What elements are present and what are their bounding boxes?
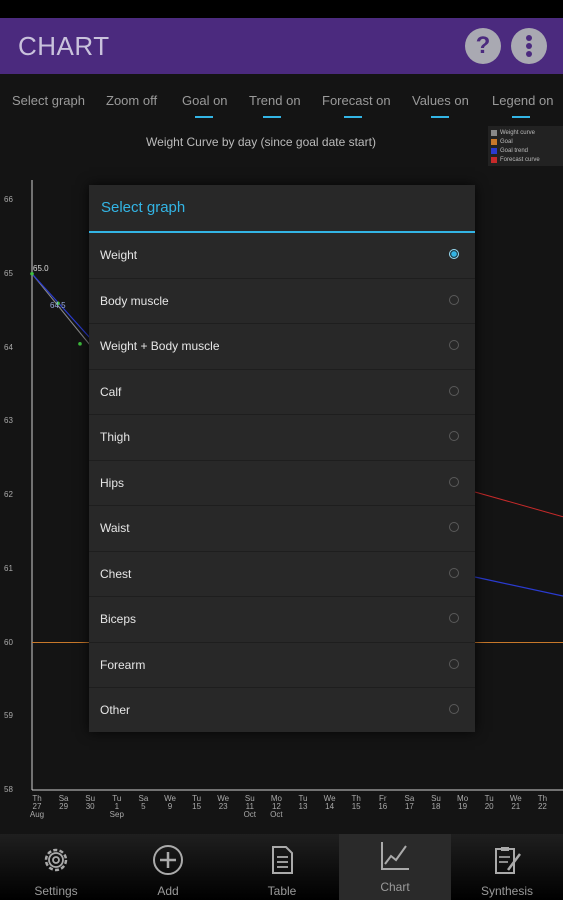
x-tick-label: Sa 17 <box>404 794 415 811</box>
goal-trend-line-right <box>474 576 563 597</box>
x-tick-label: Th 22 <box>537 794 548 811</box>
y-tick-label: 61 <box>4 563 13 573</box>
x-tick-label: Tu 15 <box>192 794 202 811</box>
x-tick-label: Mo 12 Oct <box>270 794 283 819</box>
option-label: Calf <box>100 384 122 399</box>
document-icon <box>272 846 293 874</box>
x-tick-label: Tu 13 <box>298 794 308 811</box>
radio-button[interactable] <box>449 567 459 578</box>
nav-table[interactable]: Table <box>226 834 338 900</box>
option-waist[interactable]: Waist <box>89 506 475 552</box>
radio-button[interactable] <box>449 249 459 259</box>
nav-label: Table <box>267 884 297 898</box>
y-tick-label: 63 <box>4 416 13 426</box>
x-tick-label: Mo 19 <box>457 794 469 811</box>
x-tick-label: Tu 20 <box>484 794 494 811</box>
nav-add[interactable]: Add <box>112 834 224 900</box>
data-value-label: 64.5 <box>50 301 66 310</box>
option-label: Forearm <box>100 657 146 672</box>
x-tick-label: Su 18 <box>431 794 441 811</box>
x-tick-label: Su 30 <box>85 794 96 811</box>
nav-label: Settings <box>34 884 78 898</box>
x-tick-label: Tu 1 Sep <box>109 794 124 819</box>
x-tick-label: We 23 <box>217 794 230 811</box>
option-weight[interactable]: Weight <box>89 233 475 279</box>
option-label: Thigh <box>100 430 131 444</box>
plus-circle-icon <box>153 845 183 875</box>
nav-settings[interactable]: Settings <box>0 834 112 900</box>
data-value-label: 65.0 <box>33 264 49 273</box>
option-thigh[interactable]: Thigh <box>89 415 475 461</box>
clipboard-pen-icon <box>495 847 521 874</box>
select-graph-dialog: Select graph Weight Body muscle Weight +… <box>89 185 475 732</box>
option-other[interactable]: Other <box>89 688 475 733</box>
nav-label: Chart <box>380 880 410 894</box>
radio-button[interactable] <box>449 431 459 441</box>
gear-icon <box>44 848 68 872</box>
radio-button[interactable] <box>449 476 459 487</box>
radio-button[interactable] <box>449 294 459 305</box>
dialog-title: Select graph <box>89 185 475 233</box>
x-tick-label: Th 27 Aug <box>29 794 45 819</box>
option-label: Chest <box>100 566 132 581</box>
radio-button[interactable] <box>449 658 459 669</box>
radio-button[interactable] <box>449 522 459 532</box>
weight-curve-line <box>31 273 93 348</box>
option-label: Hips <box>100 475 125 490</box>
y-tick-label: 65 <box>4 268 13 278</box>
radio-button[interactable] <box>449 613 459 623</box>
option-body-muscle[interactable]: Body muscle <box>89 279 475 324</box>
radio-button[interactable] <box>449 704 459 714</box>
option-weight-body-muscle[interactable]: Weight + Body muscle <box>89 324 475 370</box>
line-chart-icon <box>381 842 409 870</box>
option-chest[interactable]: Chest <box>89 552 475 597</box>
option-label: Weight + Body muscle <box>100 339 220 353</box>
option-hips[interactable]: Hips <box>89 461 475 506</box>
y-tick-label: 60 <box>4 637 13 647</box>
nav-synthesis[interactable]: Synthesis <box>451 834 563 900</box>
option-label: Biceps <box>100 612 137 626</box>
option-biceps[interactable]: Biceps <box>89 597 475 643</box>
radio-button[interactable] <box>449 385 459 396</box>
option-label: Other <box>100 703 131 717</box>
x-tick-label: Su 11 Oct <box>243 794 257 819</box>
option-calf[interactable]: Calf <box>89 370 475 415</box>
y-tick-label: 59 <box>4 711 13 721</box>
radio-button[interactable] <box>449 340 459 350</box>
option-label: Weight <box>100 248 138 262</box>
data-point <box>78 342 82 346</box>
forecast-curve-line <box>474 491 563 518</box>
y-tick-label: 64 <box>4 342 13 352</box>
x-tick-label: Fr 16 <box>378 794 388 811</box>
y-tick-label: 58 <box>4 785 13 794</box>
bottom-navigation: Settings Add Table Chart Synthesis <box>0 834 563 900</box>
nav-label: Synthesis <box>480 884 534 898</box>
x-tick-label: Sa 5 <box>138 794 149 811</box>
option-forearm[interactable]: Forearm <box>89 643 475 688</box>
x-tick-label: Th 15 <box>351 794 361 811</box>
x-tick-label: We 14 <box>323 794 336 811</box>
y-tick-label: 66 <box>4 195 13 204</box>
nav-label: Add <box>157 884 179 898</box>
x-tick-label: We 9 <box>164 794 176 811</box>
x-tick-label: We 21 <box>509 794 522 811</box>
option-label: Waist <box>100 521 130 535</box>
nav-chart[interactable]: Chart <box>339 834 451 900</box>
y-tick-label: 62 <box>4 490 13 499</box>
x-tick-label: Sa 29 <box>58 794 69 811</box>
option-label: Body muscle <box>100 293 169 308</box>
